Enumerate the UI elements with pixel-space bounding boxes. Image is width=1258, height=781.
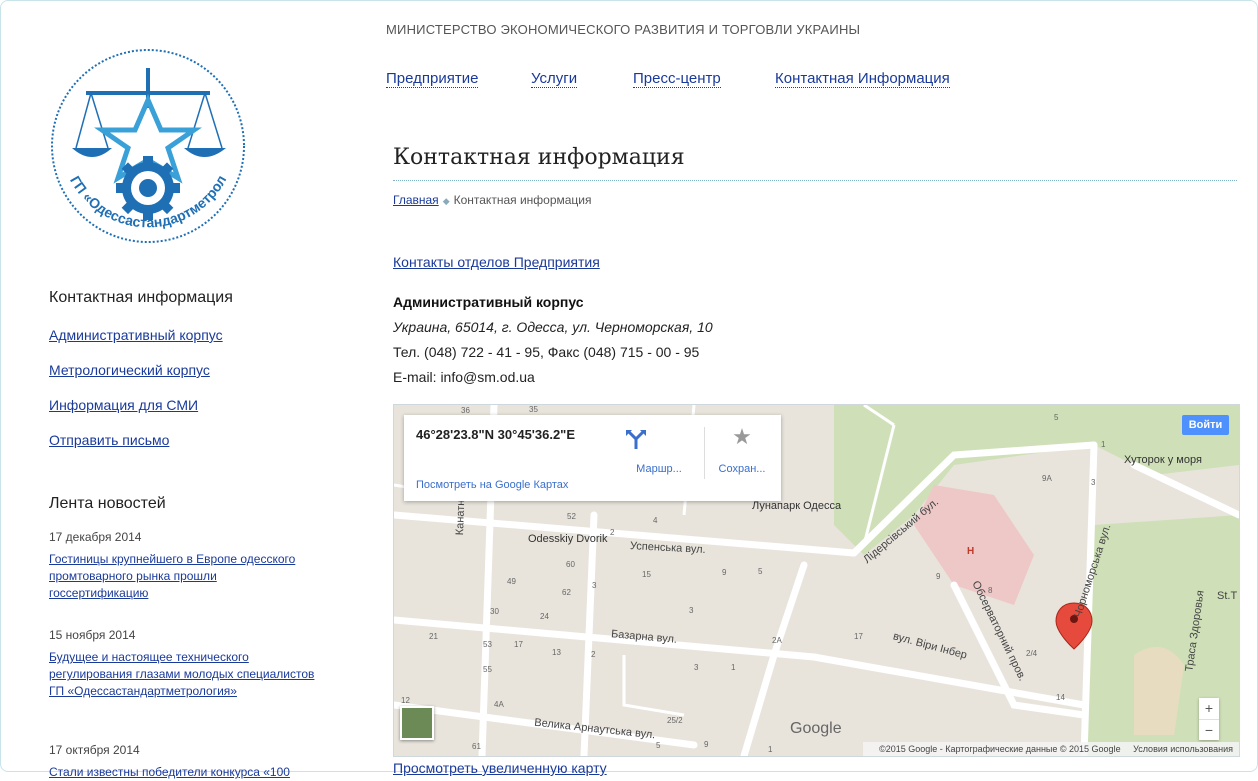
house-number: 15 — [642, 570, 651, 579]
view-on-google-maps-link[interactable]: Посмотреть на Google Картах — [416, 479, 568, 491]
house-number: 3 — [689, 606, 694, 615]
google-map[interactable]: Лунапарк Одесса Odesskiy Dvorik Хуторок … — [393, 404, 1240, 757]
house-number: 3 — [592, 581, 597, 590]
house-number: 55 — [483, 665, 492, 674]
satellite-toggle-thumbnail[interactable] — [400, 706, 434, 740]
house-number: 36 — [461, 406, 470, 415]
poi-dvorik[interactable]: Odesskiy Dvorik — [528, 533, 607, 545]
poi-hutorok[interactable]: Хуторок у моря — [1124, 454, 1202, 466]
breadcrumb-separator-icon: ◆ — [442, 196, 450, 206]
house-number: 13 — [552, 648, 561, 657]
house-number: 1 — [1101, 440, 1106, 449]
house-number: 8 — [988, 586, 993, 595]
house-number: 9 — [722, 568, 727, 577]
house-number: 9 — [936, 572, 941, 581]
departments-contacts-link[interactable]: Контакты отделов Предприятия — [393, 254, 600, 270]
house-number: 53 — [483, 640, 492, 649]
house-number: 60 — [566, 560, 575, 569]
house-number: 4 — [653, 516, 658, 525]
page-title: Контактная информация — [393, 145, 685, 170]
house-number: 25/2 — [667, 716, 683, 725]
map-terms-link[interactable]: Условия использования — [1133, 744, 1233, 754]
poi-lunapark[interactable]: Лунапарк Одесса — [752, 500, 841, 512]
zoom-control: + − — [1199, 698, 1219, 740]
map-coordinates: 46°28'23.8"N 30°45'36.2"E — [416, 427, 576, 442]
house-number: 61 — [472, 742, 481, 751]
house-number: 2 — [591, 650, 596, 659]
save-label: Сохран... — [718, 463, 766, 475]
house-number: 49 — [507, 577, 516, 586]
zoom-out-button[interactable]: − — [1199, 720, 1219, 741]
house-number: 14 — [1056, 693, 1065, 702]
map-copyright: ©2015 Google - Картографические данные ©… — [879, 744, 1121, 754]
address-text: Украина, 65014, г. Одесса, ул. Черноморс… — [393, 319, 713, 335]
house-number: 24 — [540, 612, 549, 621]
news-link[interactable]: Будущее и настоящее технического регулир… — [49, 649, 319, 700]
house-number: 17 — [514, 640, 523, 649]
google-logo: Google — [790, 720, 842, 737]
news-date: 15 ноября 2014 — [49, 628, 136, 642]
map-attribution: ©2015 Google - Картографические данные ©… — [863, 742, 1239, 756]
house-number: 5 — [656, 741, 661, 750]
save-button[interactable]: ★ Сохран... — [707, 425, 777, 485]
sidebar-link-send-letter[interactable]: Отправить письмо — [49, 432, 169, 448]
nav-press-center[interactable]: Пресс-центр — [633, 70, 721, 88]
directions-label: Маршр... — [636, 463, 682, 475]
house-number: 5 — [758, 567, 763, 576]
nav-contact-info[interactable]: Контактная Информация — [775, 70, 950, 88]
breadcrumb-current: Контактная информация — [453, 193, 592, 207]
house-number: 1 — [768, 745, 773, 754]
house-number: 3 — [694, 663, 699, 672]
sidebar-link-admin-building[interactable]: Административный корпус — [49, 327, 223, 343]
house-number: 17 — [854, 632, 863, 641]
news-date: 17 декабря 2014 — [49, 530, 142, 544]
house-number: 4A — [494, 700, 504, 709]
sign-in-button[interactable]: Войти — [1182, 415, 1229, 435]
sidebar-link-media-info[interactable]: Информация для СМИ — [49, 397, 198, 413]
company-logo[interactable]: ГП «Одессастандартметрология» — [42, 35, 251, 248]
email-text: E-mail: info@sm.od.ua — [393, 369, 535, 385]
nav-services[interactable]: Услуги — [531, 70, 578, 88]
title-divider — [393, 180, 1237, 181]
house-number: 1 — [731, 663, 736, 672]
house-number: 2 — [610, 528, 615, 537]
house-number: 9A — [1042, 474, 1052, 483]
house-number: 2/4 — [1026, 649, 1038, 658]
nav-enterprise[interactable]: Предприятие — [386, 70, 479, 88]
admin-building-heading: Административный корпус — [393, 294, 584, 310]
info-box-divider — [704, 427, 705, 479]
zoom-in-button[interactable]: + — [1199, 698, 1219, 720]
house-number: 62 — [562, 588, 571, 597]
sidebar-contacts-heading: Контактная информация — [49, 289, 233, 306]
house-number: 52 — [567, 512, 576, 521]
news-link[interactable]: Стали известны победители конкурса «100 — [49, 764, 319, 781]
house-number: 3 — [1091, 478, 1096, 487]
directions-button[interactable]: Маршр... — [624, 425, 694, 485]
sidebar-link-metrology-building[interactable]: Метрологический корпус — [49, 362, 210, 378]
house-number: 5 — [1054, 413, 1059, 422]
directions-icon — [626, 430, 646, 449]
house-number: 9 — [704, 740, 709, 749]
breadcrumb: Главная ◆ Контактная информация — [393, 193, 592, 207]
sidebar-news-heading: Лента новостей — [49, 495, 166, 512]
street-label: St.T — [1217, 590, 1238, 602]
house-number: 21 — [429, 632, 438, 641]
star-icon: ★ — [732, 424, 752, 449]
news-link[interactable]: Гостиницы крупнейшего в Европе одесского… — [49, 551, 319, 602]
hospital-icon: Н — [967, 546, 975, 557]
breadcrumb-home[interactable]: Главная — [393, 193, 439, 207]
house-number: 30 — [490, 607, 499, 616]
larger-map-link[interactable]: Просмотреть увеличенную карту — [393, 760, 607, 776]
map-info-box: 46°28'23.8"N 30°45'36.2"E Маршр... ★ Сох… — [404, 415, 781, 501]
house-number: 2A — [772, 636, 782, 645]
house-number: 12 — [401, 696, 410, 705]
phones-text: Тел. (048) 722 - 41 - 95, Факс (048) 715… — [393, 344, 700, 360]
news-date: 17 октября 2014 — [49, 743, 140, 757]
ministry-title: МИНИСТЕРСТВО ЭКОНОМИЧЕСКОГО РАЗВИТИЯ И Т… — [386, 22, 861, 37]
house-number: 35 — [529, 405, 538, 414]
